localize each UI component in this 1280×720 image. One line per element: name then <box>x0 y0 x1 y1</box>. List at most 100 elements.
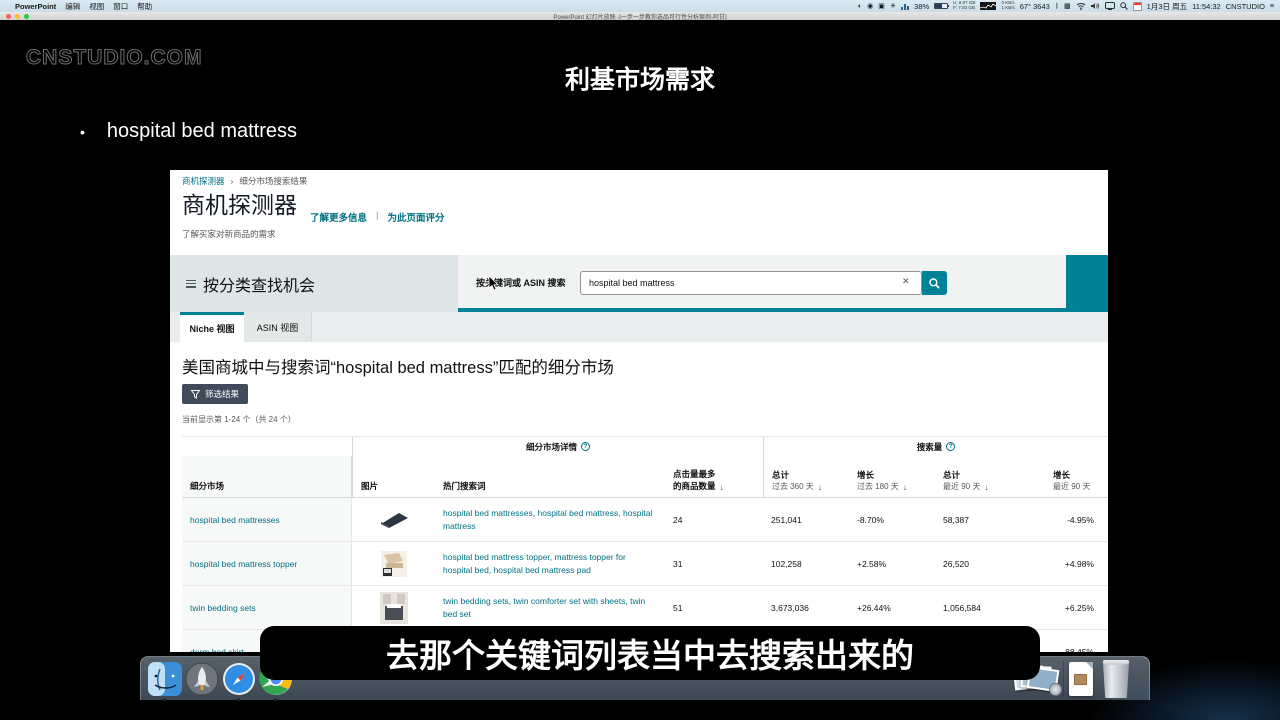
tab-asin-view[interactable]: ASIN 视图 <box>244 312 312 342</box>
col-image: 图片 <box>352 456 435 497</box>
menu-item-view[interactable]: 视图 <box>89 1 104 12</box>
cpu-meter-icon[interactable] <box>901 3 909 10</box>
menu-item-window[interactable]: 窗口 <box>113 1 128 12</box>
niche-cell: hospital bed mattresses <box>182 498 352 541</box>
volume-icon[interactable] <box>1091 2 1100 10</box>
running-indicator-dot <box>274 698 277 701</box>
battery-icon[interactable] <box>934 3 948 9</box>
growth-180-cell: +26.44% <box>849 603 935 613</box>
keywords-cell[interactable]: hospital bed mattresses, hospital bed ma… <box>435 507 665 533</box>
network-speed-readout: 0 KB/s1 KB/s <box>1001 1 1014 11</box>
sort-down-icon[interactable]: ↓ <box>818 482 823 492</box>
menu-item-help[interactable]: 帮助 <box>137 1 152 12</box>
col-growth-90[interactable]: 增长 最近 90 天 <box>1045 456 1108 497</box>
finder-icon[interactable] <box>147 661 183 697</box>
calendar-icon[interactable] <box>1133 2 1142 11</box>
launchpad-icon[interactable] <box>184 661 220 697</box>
col-clicked-products[interactable]: 点击量最多 的商品数量↓ <box>665 456 763 497</box>
sort-down-icon[interactable]: ↓ <box>720 482 725 492</box>
memory-readout: U: 8.07 GBF: 7.93 GB <box>953 1 975 11</box>
installer-file-icon[interactable] <box>1069 662 1093 696</box>
search-area: 按关键词或 ASIN 搜索 ✕ <box>458 255 1066 312</box>
total-90-cell: 1,056,584 <box>935 603 1045 613</box>
info-icon[interactable]: ? <box>946 442 955 451</box>
menu-item-edit[interactable]: 编辑 <box>65 1 80 12</box>
filter-results-button[interactable]: 筛选结果 <box>182 384 248 404</box>
opportunity-explorer-panel: 商机探测器 › 细分市场搜索结果 商机探测器 了解更多信息 | 为此页面评分 了… <box>170 170 1108 658</box>
status-app-icon-2[interactable]: ◉ <box>867 3 873 10</box>
spotlight-search-icon[interactable] <box>1120 2 1128 10</box>
col-growth-180[interactable]: 增长 过去 180 天↓ <box>849 456 935 497</box>
tab-niche-view[interactable]: Niche 视图 <box>180 312 244 342</box>
menubar-account[interactable]: CNSTUDIO <box>1226 2 1265 11</box>
group-niche-details: 细分市场详情 ? <box>352 437 763 456</box>
keywords-cell[interactable]: hospital bed mattress topper, mattress t… <box>435 551 665 577</box>
list-menu-icon[interactable]: ≡ <box>1270 3 1274 10</box>
growth-90-cell: +6.25% <box>1045 603 1108 613</box>
status-app-icon-3[interactable]: ▣ <box>878 3 885 10</box>
sort-down-icon[interactable]: ↓ <box>984 482 989 492</box>
video-subtitle-overlay: 去那个关键词列表当中去搜索出来的 <box>260 626 1040 680</box>
safari-icon[interactable] <box>221 661 257 697</box>
niche-cell: twin bedding sets <box>182 586 352 629</box>
niche-link[interactable]: hospital bed mattress topper <box>190 559 297 569</box>
display-mirroring-icon[interactable] <box>1105 2 1115 10</box>
clicked-cell: 51 <box>665 603 763 613</box>
bluetooth-icon[interactable]: ᛒ <box>1055 3 1059 10</box>
table-column-header: 细分市场 图片 热门搜索词 点击量最多 的商品数量↓ 总计 过去 360 天↓ … <box>182 456 1108 498</box>
col-total-360[interactable]: 总计 过去 360 天↓ <box>763 456 849 497</box>
wifi-icon[interactable] <box>1076 2 1086 10</box>
sort-down-icon[interactable]: ↓ <box>903 482 908 492</box>
page-title: 商机探测器 <box>182 186 297 220</box>
bullet-text: hospital bed mattress <box>107 120 297 143</box>
window-title-bar: PowerPoint 幻灯片放映 -[一步一步教你选品可行性分析案例-阿甘] <box>0 12 1280 20</box>
menu-app-name[interactable]: PowerPoint <box>15 2 56 11</box>
table-group-header: 细分市场详情 ? 搜索量 ? <box>182 436 1108 456</box>
screen: PowerPoint 编辑 视图 窗口 帮助 ◐ ◉ ▣ ☀ 38% U: 8.… <box>0 0 1280 720</box>
browse-categories-button[interactable]: 按分类查找机会 <box>170 255 458 312</box>
rate-page-link[interactable]: 为此页面评分 <box>387 210 444 224</box>
total-360-cell: 102,258 <box>763 559 849 569</box>
col-keywords: 热门搜索词 <box>435 456 665 497</box>
col-total-90[interactable]: 总计 最近 90 天↓ <box>935 456 1045 497</box>
breadcrumb-chevron-icon: › <box>231 176 234 186</box>
growth-180-cell: +2.58% <box>849 559 935 569</box>
link-divider: | <box>376 210 378 224</box>
product-image <box>377 510 411 530</box>
battery-percent: 38% <box>914 2 929 11</box>
search-input[interactable] <box>580 271 922 295</box>
dock-divider <box>1063 661 1064 697</box>
niche-link[interactable]: hospital bed mattresses <box>190 515 280 525</box>
growth-90-cell: -4.95% <box>1045 515 1108 525</box>
search-button[interactable] <box>922 271 947 295</box>
menu-bar: PowerPoint 编辑 视图 窗口 帮助 ◐ ◉ ▣ ☀ 38% U: 8.… <box>0 0 1280 12</box>
hamburger-icon <box>186 280 196 288</box>
status-app-icon-1[interactable]: ◐ <box>858 3 862 10</box>
band-right-accent <box>1066 255 1108 312</box>
learn-more-link[interactable]: 了解更多信息 <box>310 210 367 224</box>
network-graph-icon[interactable] <box>980 2 996 10</box>
table-row: hospital bed mattress topper hospital be… <box>182 542 1108 586</box>
input-source-icon[interactable]: ▩ <box>1064 3 1071 10</box>
total-90-cell: 26,520 <box>935 559 1045 569</box>
slide-bullet: • hospital bed mattress <box>80 120 297 143</box>
image-cell <box>352 542 435 585</box>
browse-categories-label: 按分类查找机会 <box>203 272 315 296</box>
table-row: hospital bed mattresses hospital bed mat… <box>182 498 1108 542</box>
keywords-cell[interactable]: twin bedding sets, twin comforter set wi… <box>435 595 665 621</box>
growth-90-cell: +4.98% <box>1045 559 1108 569</box>
running-indicator-dot <box>163 698 166 701</box>
niche-link[interactable]: twin bedding sets <box>190 603 256 613</box>
slide-title: 利基市场需求 <box>0 60 1280 96</box>
info-icon[interactable]: ? <box>581 442 590 451</box>
product-image <box>380 592 408 624</box>
total-360-cell: 3,673,036 <box>763 603 849 613</box>
trash-icon[interactable] <box>1101 660 1131 698</box>
status-app-icon-4[interactable]: ☀ <box>890 3 896 10</box>
clear-search-icon[interactable]: ✕ <box>902 276 910 287</box>
niches-table: 细分市场详情 ? 搜索量 ? 细分市场 图片 热门搜索词 点击量最多 的商品数 <box>182 436 1108 658</box>
menubar-time: 11:54:32 <box>1192 2 1221 11</box>
clicked-cell: 24 <box>665 515 763 525</box>
image-cell <box>352 586 435 629</box>
table-row: twin bedding sets twin bedding sets, twi… <box>182 586 1108 630</box>
